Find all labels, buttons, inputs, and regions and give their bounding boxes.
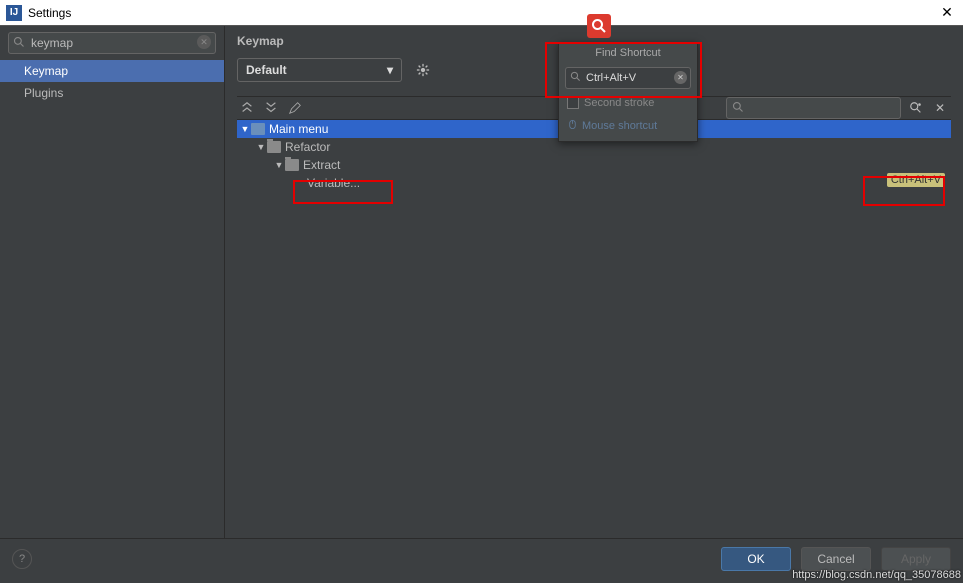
action-search[interactable] [726, 97, 901, 119]
action-tree[interactable]: ▼ Main menu ▼ Refactor ▼ Extract Variabl… [237, 120, 951, 538]
collapse-all-icon[interactable] [261, 98, 281, 118]
shortcut-badge: Ctrl+Alt+V [887, 173, 945, 187]
tree-label: Variable... [307, 176, 951, 190]
button-label: Cancel [817, 552, 854, 566]
tree-row-variable[interactable]: Variable... [237, 174, 951, 192]
clear-icon[interactable]: ✕ [197, 35, 211, 49]
expand-all-icon[interactable] [237, 98, 257, 118]
window-title: Settings [28, 6, 937, 20]
sidebar-item-label: Plugins [24, 86, 63, 100]
tree-label: Extract [303, 158, 951, 172]
keymap-select[interactable]: Default ▾ [237, 58, 402, 82]
watermark: https://blog.csdn.net/qq_35078688 [792, 569, 961, 581]
content: ✕ Keymap Plugins Keymap Default ▾ [0, 26, 963, 538]
button-label: OK [747, 552, 764, 566]
find-shortcut-icon[interactable] [905, 97, 927, 119]
apply-button[interactable]: Apply [881, 547, 951, 571]
popup-title: Find Shortcut [559, 43, 697, 63]
second-stroke-label: Second stroke [584, 97, 654, 109]
help-button[interactable]: ? [12, 549, 32, 569]
chevron-down-icon: ▼ [239, 124, 251, 134]
folder-icon [285, 159, 299, 171]
shortcut-input[interactable] [565, 67, 691, 89]
titlebar: IJ Settings ✕ [0, 0, 963, 26]
search-icon [570, 71, 581, 85]
sidebar-item-label: Keymap [24, 64, 68, 78]
tree-label: Refactor [285, 140, 951, 154]
clear-icon[interactable]: ✕ [674, 71, 687, 84]
sidebar-search-input[interactable] [8, 32, 216, 54]
chevron-down-icon: ▼ [255, 142, 267, 152]
sidebar-item-keymap[interactable]: Keymap [0, 60, 224, 82]
sidebar: ✕ Keymap Plugins [0, 26, 225, 538]
search-icon [13, 36, 25, 51]
menu-icon [251, 123, 265, 135]
mouse-shortcut-label: Mouse shortcut [582, 120, 657, 132]
clear-search-icon[interactable]: ✕ [929, 97, 951, 119]
cancel-button[interactable]: Cancel [801, 547, 871, 571]
gear-icon[interactable] [412, 59, 434, 81]
tree-row-extract[interactable]: ▼ Extract [237, 156, 951, 174]
second-stroke-row[interactable]: Second stroke [559, 93, 697, 113]
ok-button[interactable]: OK [721, 547, 791, 571]
close-icon[interactable]: ✕ [937, 4, 957, 21]
search-icon [732, 101, 744, 116]
keymap-select-value: Default [246, 63, 287, 77]
popup-input-wrap: ✕ [565, 67, 691, 89]
sidebar-search: ✕ [8, 32, 216, 54]
chevron-down-icon: ▾ [387, 63, 393, 77]
mouse-shortcut-link[interactable]: Mouse shortcut [559, 113, 697, 141]
folder-icon [267, 141, 281, 153]
app-icon: IJ [6, 5, 22, 21]
sidebar-item-plugins[interactable]: Plugins [0, 82, 224, 104]
mouse-icon [567, 119, 578, 133]
button-label: Apply [901, 552, 931, 566]
chevron-down-icon: ▼ [273, 160, 285, 170]
find-shortcut-popup: Find Shortcut ✕ Second stroke Mouse shor… [558, 42, 698, 142]
checkbox-icon[interactable] [567, 97, 579, 109]
highlight-search-badge [587, 14, 611, 38]
edit-icon[interactable] [285, 98, 305, 118]
